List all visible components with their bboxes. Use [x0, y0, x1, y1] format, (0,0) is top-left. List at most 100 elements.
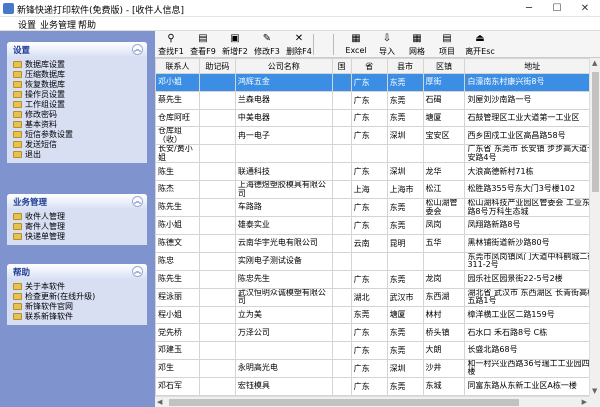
column-header[interactable]: 联系人 [155, 58, 200, 74]
table-cell[interactable] [331, 216, 352, 235]
table-cell[interactable] [198, 108, 236, 128]
table-row[interactable]: 陈小姐 雄泰实业 广东 东莞 凤岗 凤翔路新路8号 [155, 216, 600, 235]
sidebar-item[interactable]: 快递单管理 [13, 232, 147, 242]
table-cell[interactable] [331, 180, 352, 200]
table-row[interactable]: 仓库组（收） 冉一电子 广东 深圳 宝安区 西乡固戍工业区高昌路58号 [155, 126, 600, 146]
table-cell[interactable] [331, 144, 352, 164]
table-cell[interactable]: 蔡先生 [155, 90, 200, 110]
table-cell[interactable]: 长盛北路68号 [464, 341, 600, 360]
toolbar-button[interactable]: ⚲ 查找F1 [155, 33, 187, 57]
table-cell[interactable]: 武汉恒明众诚模塑有限公司 [234, 287, 333, 307]
sidebar-item[interactable]: 发送短信 [13, 140, 147, 150]
menu-business[interactable]: 业务管理 [40, 18, 76, 31]
table-cell[interactable]: 上海市 [386, 180, 424, 200]
table-cell[interactable]: 东西湖 [422, 287, 466, 307]
table-cell[interactable] [331, 233, 352, 253]
table-cell[interactable]: 党先桥 [155, 323, 200, 343]
scroll-right-icon[interactable]: ▶ [582, 398, 587, 406]
table-cell[interactable]: 东莞 [386, 108, 424, 128]
table-cell[interactable] [350, 251, 388, 271]
table-cell[interactable]: 陈生 [155, 162, 200, 182]
toolbar-button[interactable]: ⏏ 离开Esc [463, 33, 497, 57]
table-cell[interactable] [198, 90, 236, 110]
table-cell[interactable]: 立为美 [234, 305, 333, 325]
horizontal-scrollbar[interactable]: ◀ ▶ [155, 396, 589, 407]
table-cell[interactable] [331, 341, 352, 360]
table-cell[interactable]: 云南 [350, 233, 388, 253]
table-cell[interactable] [331, 126, 352, 146]
table-cell[interactable]: 广东 [350, 198, 388, 218]
table-cell[interactable] [422, 251, 466, 271]
table-cell[interactable] [331, 198, 352, 218]
table-cell[interactable]: 广东 [350, 376, 388, 396]
table-cell[interactable]: 龙岗 [422, 269, 466, 289]
table-cell[interactable] [331, 305, 352, 325]
table-cell[interactable] [198, 341, 236, 360]
sidebar-item[interactable]: 寄件人管理 [13, 222, 147, 232]
table-cell[interactable] [331, 162, 352, 182]
sidebar-item[interactable]: 工作组设置 [13, 100, 147, 110]
table-cell[interactable]: 东莞 [386, 323, 424, 343]
table-cell[interactable] [198, 180, 236, 200]
table-cell[interactable] [331, 90, 352, 110]
table-cell[interactable]: 陈忠 [155, 251, 200, 271]
table-row[interactable]: 党先桥 万泽公司 广东 东莞 桥头镇 石水口 禾石路8号 C栋 [155, 323, 600, 343]
table-cell[interactable]: 宝安区 [422, 126, 466, 146]
table-cell[interactable]: 程泳丽 [155, 287, 200, 307]
table-cell[interactable] [331, 251, 352, 271]
sidebar-item[interactable]: 恢复数据库 [13, 80, 147, 90]
column-header[interactable]: 区镇 [422, 58, 466, 74]
sidebar-item[interactable]: 新锋软件官网 [13, 302, 147, 312]
table-cell[interactable]: 联通科技 [234, 162, 333, 182]
table-cell[interactable] [234, 341, 333, 360]
sidebar-item[interactable]: 检查更新(在线升级) [13, 292, 147, 302]
table-cell[interactable] [331, 376, 352, 396]
table-cell[interactable]: 广东 [350, 358, 388, 378]
table-cell[interactable]: 石鼓管理区工业大道第一工业区 [464, 108, 600, 128]
table-row[interactable]: 邓建玉 广东 东莞 大朗 长盛北路68号 [155, 341, 600, 360]
table-row[interactable]: 陈德文 云南华宇光电有限公司 云南 昆明 五华 黑林铺街道新沙路80号 [155, 233, 600, 253]
table-cell[interactable] [198, 358, 236, 378]
chevron-up-icon[interactable]: ︽ [132, 266, 143, 277]
table-cell[interactable]: 东莞 [386, 198, 424, 218]
table-cell[interactable]: 园乐社区园景街22-5号2楼 [464, 269, 600, 289]
table-cell[interactable]: 广东省 东莞市 长安镇 步步高大道长安路4号 [464, 144, 600, 164]
table-cell[interactable] [386, 251, 424, 271]
table-row[interactable]: 邓石军 宏钰模具 广东 东莞 东城 同富东路从东新工业区A栋一楼 [155, 376, 600, 396]
settings-panel-header[interactable]: 设置 ︽ [7, 42, 147, 57]
sidebar-item[interactable]: 联系新锋软件 [13, 312, 147, 322]
table-cell[interactable]: 和一村兴业西路36号瑞工工业园四楼 [464, 358, 600, 378]
table-cell[interactable] [331, 323, 352, 343]
table-cell[interactable]: 凤翔路新路8号 [464, 216, 600, 235]
table-cell[interactable]: 广东 [350, 216, 388, 235]
table-cell[interactable] [350, 144, 388, 164]
table-cell[interactable]: 松胜路355号东大门3号楼102 [464, 180, 600, 200]
table-cell[interactable]: 广东 [350, 162, 388, 182]
table-cell[interactable]: 龙华 [422, 162, 466, 182]
table-cell[interactable]: 云南华宇光电有限公司 [234, 233, 333, 253]
table-cell[interactable] [422, 144, 466, 164]
vertical-scrollbar[interactable]: ▲ ▼ [589, 58, 600, 396]
column-header[interactable]: 省 [350, 58, 388, 74]
close-button[interactable]: ✕ [571, 0, 599, 17]
table-cell[interactable]: 厚街 [422, 73, 466, 92]
table-row[interactable]: 陈先生 陈忠先生 广东 东莞 龙岗 园乐社区园景街22-5号2楼 [155, 269, 600, 289]
table-cell[interactable]: 大浪高德新村71栋 [464, 162, 600, 182]
table-cell[interactable]: 松山湖科技产业园区管委会 工业东路8号万科生态城 [464, 198, 600, 218]
table-cell[interactable]: 石水口 禾石路8号 C栋 [464, 323, 600, 343]
toolbar-button[interactable]: ✕ 删除F4 [283, 33, 315, 57]
table-cell[interactable]: 石碣 [422, 90, 466, 110]
table-cell[interactable] [331, 287, 352, 307]
sidebar-item[interactable]: 短信参数设置 [13, 130, 147, 140]
table-cell[interactable]: 上海德煜塑胶模具有限公司 [234, 180, 333, 200]
table-cell[interactable]: 松江 [422, 180, 466, 200]
table-cell[interactable]: 陈杰 [155, 180, 200, 200]
table-cell[interactable]: 广东 [350, 269, 388, 289]
table-cell[interactable]: 车路路 [234, 198, 333, 218]
table-cell[interactable]: 昆明 [386, 233, 424, 253]
sidebar-item[interactable]: 基本资料 [13, 120, 147, 130]
table-cell[interactable]: 实刚电子测试设备 [234, 251, 333, 271]
table-row[interactable]: 邓生 永明高光电 广东 深圳 沙井 和一村兴业西路36号瑞工工业园四楼 [155, 358, 600, 378]
column-header[interactable]: 公司名称 [234, 58, 333, 74]
table-cell[interactable]: 东莞 [386, 73, 424, 92]
